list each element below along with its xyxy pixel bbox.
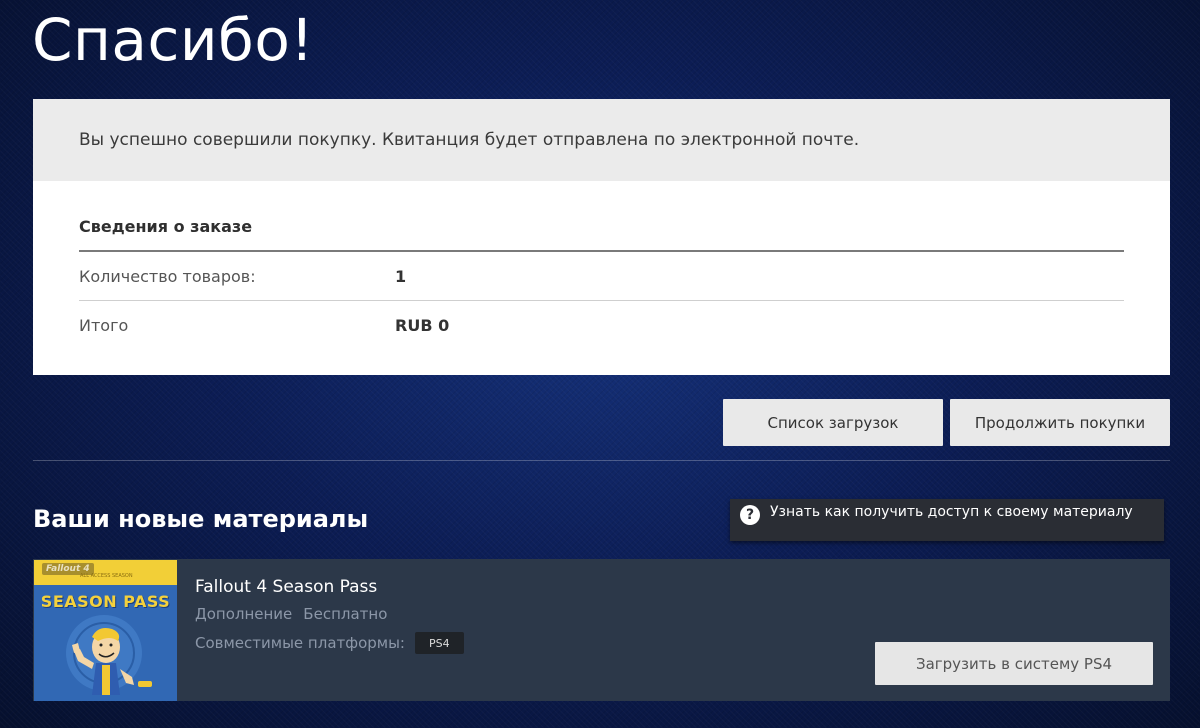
- order-details: Сведения о заказе Количество товаров: 1 …: [33, 181, 1170, 349]
- section-divider: [33, 460, 1170, 461]
- product-meta: Дополнение Бесплатно: [195, 605, 387, 623]
- confirmation-message: Вы успешно совершили покупку. Квитанция …: [79, 130, 860, 150]
- continue-shopping-button[interactable]: Продолжить покупки: [950, 399, 1170, 446]
- question-circle-icon: ?: [740, 505, 760, 525]
- confirmation-banner: Вы успешно совершили покупку. Квитанция …: [33, 99, 1170, 181]
- platform-badge: PS4: [415, 632, 464, 654]
- download-list-button[interactable]: Список загрузок: [723, 399, 943, 446]
- total-value: RUB 0: [395, 315, 450, 335]
- order-row-total: Итого RUB 0: [79, 300, 1124, 349]
- product-price: Бесплатно: [303, 605, 388, 623]
- platforms-row: Совместимые платформы: PS4: [195, 632, 464, 654]
- product-thumbnail: Fallout 4 ALL ACCESS SEASON SEASON PASS: [34, 560, 177, 701]
- platforms-label: Совместимые платформы:: [195, 634, 405, 652]
- access-help-button[interactable]: ? Узнать как получить доступ к своему ма…: [730, 499, 1164, 541]
- product-type: Дополнение: [195, 605, 293, 623]
- thumbnail-subtitle: ALL ACCESS SEASON: [80, 573, 133, 579]
- order-row-quantity: Количество товаров: 1: [79, 252, 1124, 300]
- install-to-ps4-button[interactable]: Загрузить в систему PS4: [875, 642, 1153, 685]
- total-label: Итого: [79, 315, 129, 335]
- order-details-heading: Сведения о заказе: [79, 181, 1124, 252]
- page-title: Спасибо!: [32, 6, 315, 74]
- access-help-label: Узнать как получить доступ к своему мате…: [770, 504, 1133, 520]
- product-name[interactable]: Fallout 4 Season Pass: [195, 577, 377, 597]
- new-materials-heading: Ваши новые материалы: [33, 505, 369, 533]
- quantity-label: Количество товаров:: [79, 266, 256, 286]
- thumbnail-title: SEASON PASS: [40, 592, 171, 611]
- quantity-value: 1: [395, 266, 407, 286]
- order-card: Вы успешно совершили покупку. Квитанция …: [33, 99, 1170, 375]
